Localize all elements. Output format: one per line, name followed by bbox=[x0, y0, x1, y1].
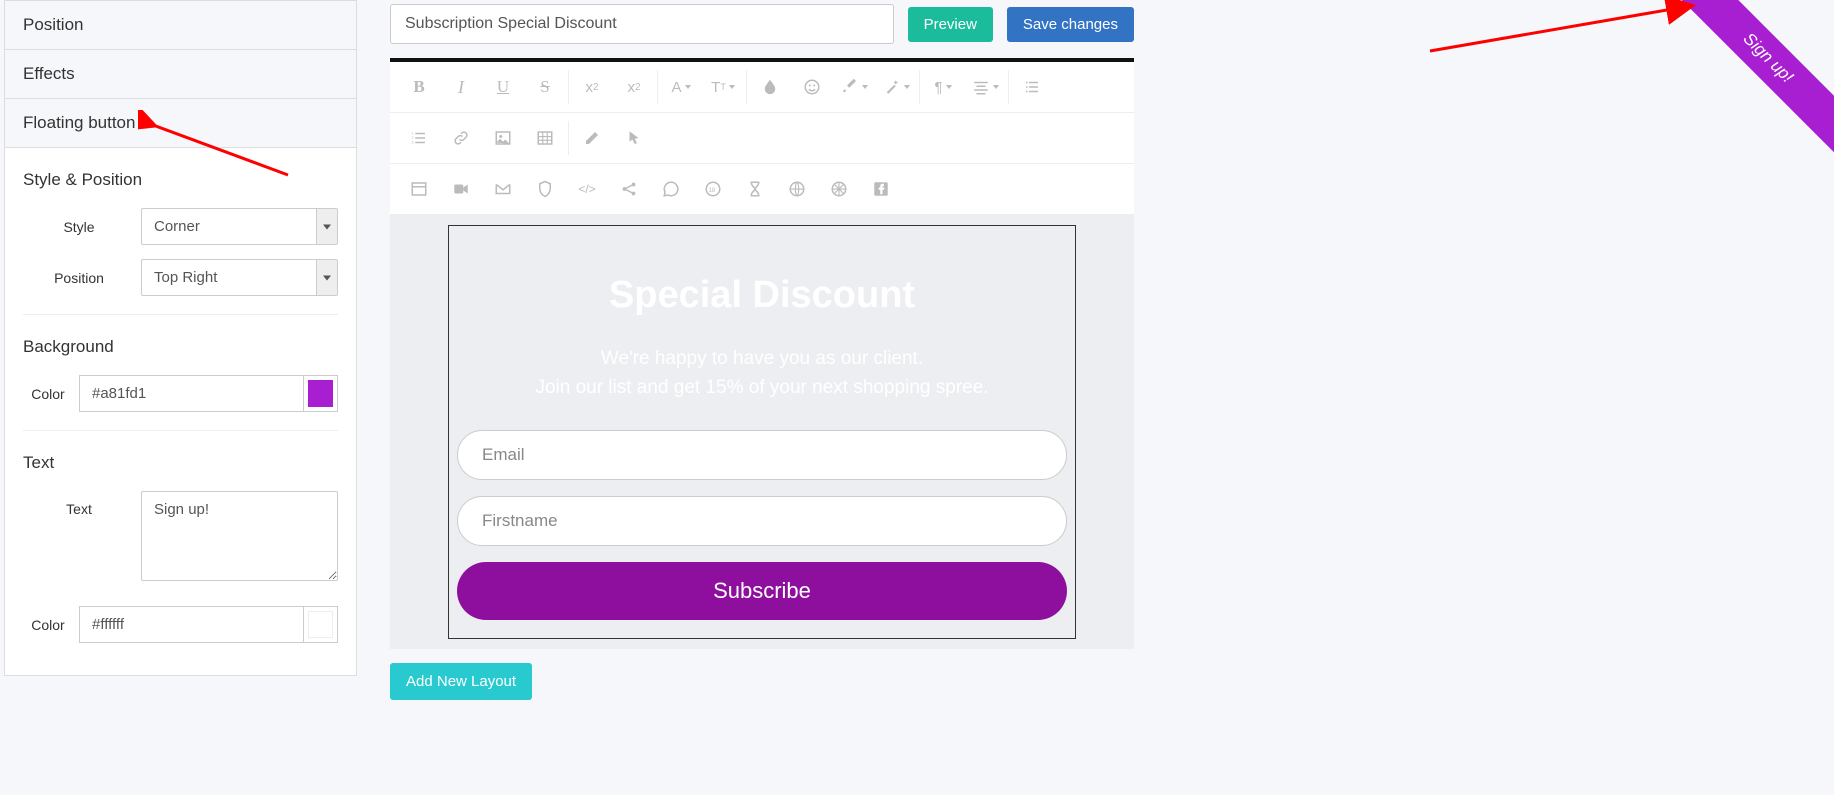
share-icon[interactable] bbox=[608, 172, 650, 206]
age-icon[interactable]: 18 bbox=[692, 172, 734, 206]
list-icon[interactable] bbox=[1011, 70, 1053, 104]
align-icon[interactable] bbox=[964, 70, 1006, 104]
floating-corner-button[interactable]: Sign up! bbox=[1662, 0, 1834, 164]
wheel-icon[interactable] bbox=[818, 172, 860, 206]
save-changes-button[interactable]: Save changes bbox=[1007, 7, 1134, 42]
text-color-input[interactable] bbox=[80, 607, 303, 642]
superscript-icon[interactable]: x2 bbox=[613, 70, 655, 104]
text-textarea[interactable]: Sign up! bbox=[141, 491, 338, 581]
font-family-icon[interactable]: A bbox=[660, 70, 702, 104]
accordion-effects[interactable]: Effects bbox=[4, 49, 357, 99]
svg-text:3: 3 bbox=[412, 140, 414, 144]
divider bbox=[23, 314, 338, 315]
underline-icon[interactable]: U bbox=[482, 70, 524, 104]
popup-firstname-input[interactable] bbox=[457, 496, 1067, 546]
subscript-icon[interactable]: x2 bbox=[571, 70, 613, 104]
mail-icon[interactable] bbox=[482, 172, 524, 206]
section-background-title: Background bbox=[23, 337, 338, 357]
text-color-icon[interactable] bbox=[749, 70, 791, 104]
accordion-header-effects[interactable]: Effects bbox=[5, 50, 356, 98]
position-select[interactable]: Top Right bbox=[141, 259, 338, 296]
image-icon[interactable] bbox=[482, 121, 524, 155]
accordion-position[interactable]: Position bbox=[4, 0, 357, 50]
magic-wand-icon[interactable] bbox=[875, 70, 917, 104]
preview-button[interactable]: Preview bbox=[908, 7, 993, 42]
style-label: Style bbox=[23, 219, 141, 235]
text-color-label: Color bbox=[23, 617, 79, 633]
strikethrough-icon[interactable]: S bbox=[524, 70, 566, 104]
italic-icon[interactable]: I bbox=[440, 70, 482, 104]
link-icon[interactable] bbox=[440, 121, 482, 155]
emoji-icon[interactable] bbox=[791, 70, 833, 104]
table-icon[interactable] bbox=[524, 121, 566, 155]
video-icon[interactable] bbox=[440, 172, 482, 206]
bg-color-swatch[interactable] bbox=[303, 376, 337, 411]
text-label: Text bbox=[23, 491, 141, 517]
svg-text:18: 18 bbox=[709, 188, 716, 194]
popup-subtext: We're happy to have you as our client. J… bbox=[457, 345, 1067, 402]
topbar: Preview Save changes bbox=[390, 0, 1134, 58]
text-color-field bbox=[79, 606, 338, 643]
section-text-title: Text bbox=[23, 453, 338, 473]
globe-icon[interactable] bbox=[776, 172, 818, 206]
paragraph-icon[interactable]: ¶ bbox=[922, 70, 964, 104]
font-size-icon[interactable]: TT bbox=[702, 70, 744, 104]
rich-text-editor: B I U S x2 x2 A TT ¶ bbox=[390, 58, 1134, 649]
floating-button-preview-wrap: Sign up! bbox=[1654, 0, 1834, 180]
divider bbox=[23, 430, 338, 431]
popup-preview[interactable]: Special Discount We're happy to have you… bbox=[448, 225, 1076, 639]
eraser-icon[interactable] bbox=[571, 121, 613, 155]
accordion-header-floating-button[interactable]: Floating button bbox=[5, 99, 356, 147]
position-label: Position bbox=[23, 270, 141, 286]
ordered-list-icon[interactable]: 123 bbox=[398, 121, 440, 155]
bg-color-field bbox=[79, 375, 338, 412]
badge-icon[interactable] bbox=[524, 172, 566, 206]
popup-heading: Special Discount bbox=[457, 274, 1067, 317]
add-new-layout-button[interactable]: Add New Layout bbox=[390, 663, 532, 700]
text-color-swatch[interactable] bbox=[303, 607, 337, 642]
svg-text:1: 1 bbox=[412, 131, 414, 135]
accordion-floating-button: Floating button Style & Position Style C… bbox=[4, 98, 357, 676]
editor-toolbar-row1: B I U S x2 x2 A TT ¶ bbox=[390, 62, 1134, 113]
brush-icon[interactable] bbox=[833, 70, 875, 104]
settings-sidebar: Position Effects Floating button Style &… bbox=[4, 0, 357, 795]
facebook-icon[interactable] bbox=[860, 172, 902, 206]
style-select[interactable]: Corner bbox=[141, 208, 338, 245]
chat-icon[interactable] bbox=[650, 172, 692, 206]
popup-email-input[interactable] bbox=[457, 430, 1067, 480]
editor-canvas[interactable]: Special Discount We're happy to have you… bbox=[390, 215, 1134, 649]
hourglass-icon[interactable] bbox=[734, 172, 776, 206]
layout-icon[interactable] bbox=[398, 172, 440, 206]
cursor-icon[interactable] bbox=[613, 121, 655, 155]
section-style-position-title: Style & Position bbox=[23, 170, 338, 190]
editor-toolbar-row3: </> 18 bbox=[390, 164, 1134, 215]
svg-text:2: 2 bbox=[412, 136, 414, 140]
floating-button-panel: Style & Position Style Corner Position T… bbox=[5, 147, 356, 675]
bold-icon[interactable]: B bbox=[398, 70, 440, 104]
accordion-header-position[interactable]: Position bbox=[5, 1, 356, 49]
main-column: Preview Save changes B I U S x2 x2 A TT bbox=[390, 0, 1134, 700]
bg-color-input[interactable] bbox=[80, 376, 303, 411]
popup-title-input[interactable] bbox=[390, 4, 894, 44]
editor-toolbar-row2: 123 bbox=[390, 113, 1134, 164]
popup-subscribe-button[interactable]: Subscribe bbox=[457, 562, 1067, 620]
code-icon[interactable]: </> bbox=[566, 172, 608, 206]
bg-color-label: Color bbox=[23, 386, 79, 402]
